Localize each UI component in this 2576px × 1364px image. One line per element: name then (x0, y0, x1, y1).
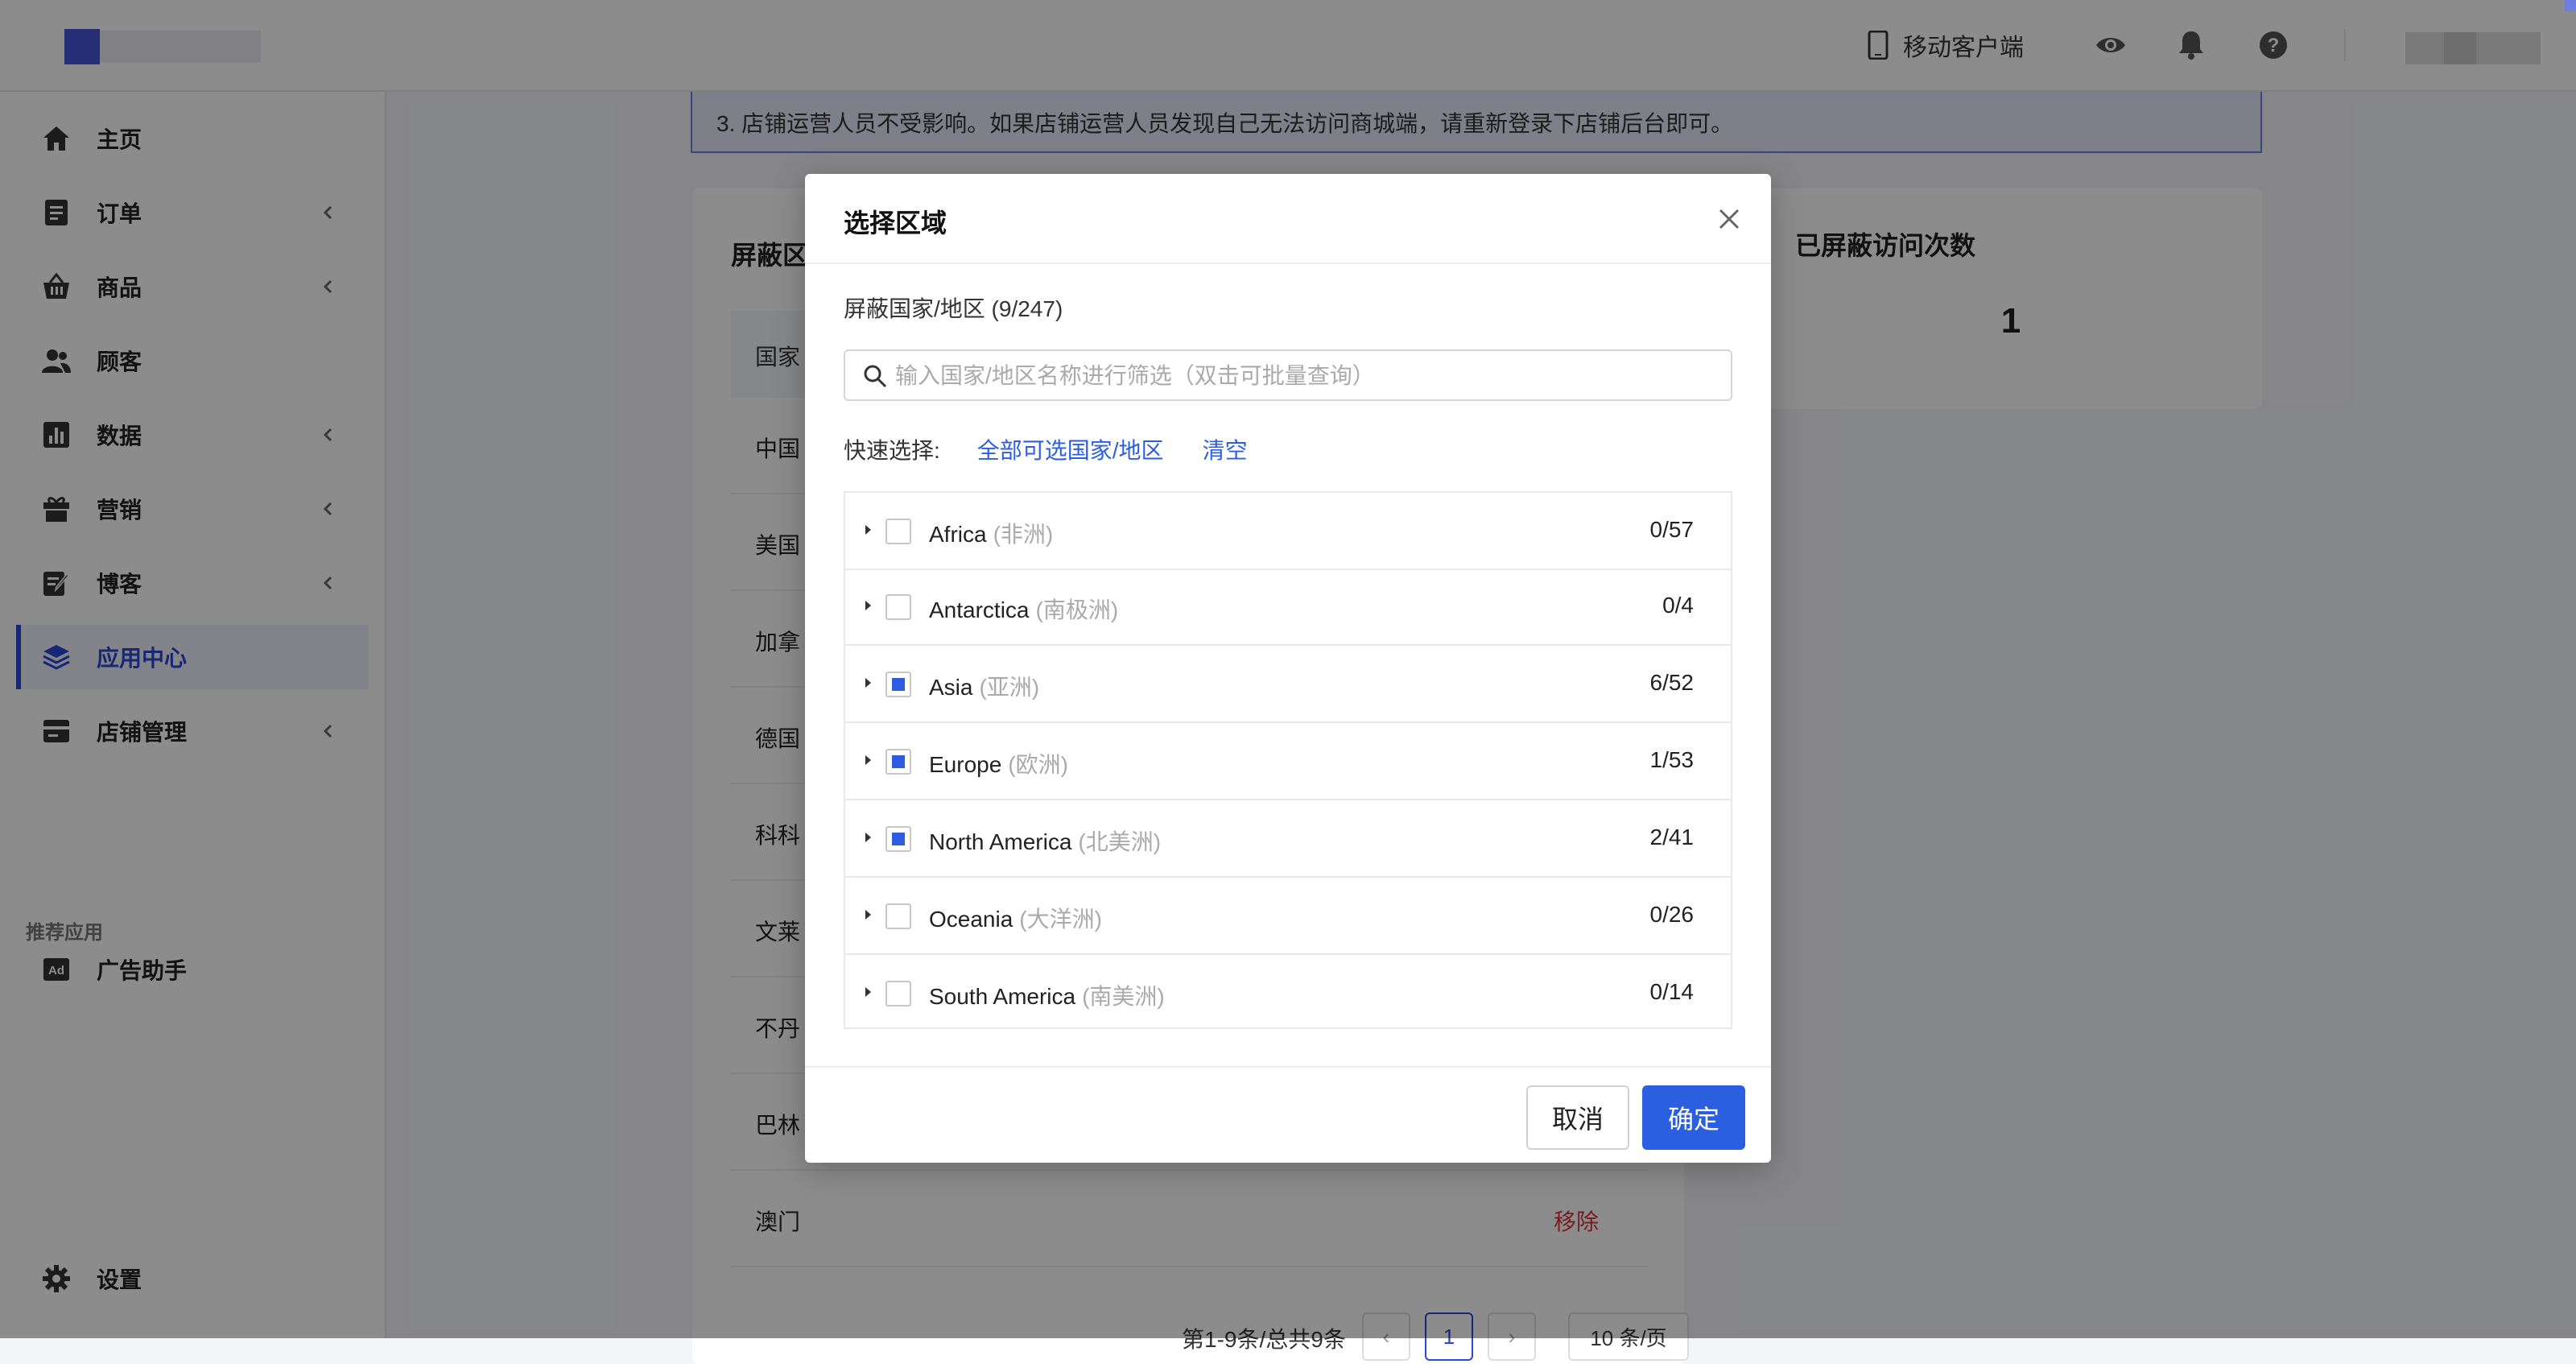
region-checkbox[interactable] (886, 594, 911, 620)
region-row-antarctica[interactable]: Antarctica (南极洲) 0/4 (845, 568, 1731, 646)
region-row-asia[interactable]: Asia (亚洲) 6/52 (845, 646, 1731, 723)
region-count: 1/53 (1649, 747, 1695, 772)
region-name: North America (北美洲) (929, 829, 1162, 854)
region-name: Oceania (大洋洲) (929, 907, 1102, 932)
region-count: 0/57 (1649, 517, 1695, 542)
blocked-count-label: 屏蔽国家/地区 (9/247) (844, 296, 1063, 321)
region-search-input[interactable] (894, 354, 1718, 398)
caret-right-icon[interactable] (860, 597, 876, 614)
region-name: Antarctica (南极洲) (929, 597, 1119, 622)
region-name: Europe (欧洲) (929, 752, 1068, 777)
region-checkbox[interactable] (886, 826, 911, 852)
cancel-button[interactable]: 取消 (1526, 1085, 1629, 1150)
dialog-title: 选择区域 (844, 209, 947, 238)
corner-indicator (2565, 0, 2576, 11)
region-checkbox[interactable] (886, 903, 911, 929)
region-search-field[interactable] (844, 349, 1732, 401)
region-checkbox[interactable] (886, 519, 911, 544)
search-icon (864, 365, 887, 388)
region-count: 0/26 (1649, 902, 1695, 927)
region-count: 0/14 (1649, 979, 1695, 1004)
caret-right-icon[interactable] (860, 752, 876, 768)
region-row-africa[interactable]: Africa (非洲) 0/57 (845, 493, 1731, 570)
close-icon[interactable] (1713, 203, 1745, 235)
region-checkbox[interactable] (886, 749, 911, 775)
select-region-dialog: 选择区域 屏蔽国家/地区 (9/247) 快速选择: 全部可选国家/地区 清空 … (805, 174, 1771, 1163)
select-all-regions-link[interactable]: 全部可选国家/地区 (977, 433, 1164, 465)
caret-right-icon[interactable] (860, 829, 876, 845)
clear-selection-link[interactable]: 清空 (1203, 433, 1248, 465)
region-row-oceania[interactable]: Oceania (大洋洲) 0/26 (845, 878, 1731, 955)
quick-select-label: 快速选择: (844, 438, 940, 463)
region-row-north-america[interactable]: North America (北美洲) 2/41 (845, 800, 1731, 878)
caret-right-icon[interactable] (860, 522, 876, 538)
region-count: 6/52 (1649, 670, 1695, 695)
dialog-footer: 取消 确定 (805, 1066, 1771, 1164)
region-count: 2/41 (1649, 825, 1695, 849)
region-checkbox[interactable] (886, 981, 911, 1006)
region-tree: Africa (非洲) 0/57 Antarctica (南极洲) 0/4 Asia… (844, 491, 1732, 1029)
region-name: Africa (非洲) (929, 522, 1054, 547)
region-row-europe[interactable]: Europe (欧洲) 1/53 (845, 723, 1731, 800)
region-name: South America (南美洲) (929, 984, 1165, 1009)
caret-right-icon[interactable] (860, 675, 876, 691)
region-name: Asia (亚洲) (929, 675, 1040, 700)
region-row-south-america[interactable]: South America (南美洲) 0/14 (845, 955, 1731, 1032)
region-count: 0/4 (1662, 593, 1694, 618)
caret-right-icon[interactable] (860, 984, 876, 1000)
quick-select-bar: 快速选择: 全部可选国家/地区 清空 (844, 433, 1286, 465)
region-checkbox[interactable] (886, 672, 911, 697)
caret-right-icon[interactable] (860, 907, 876, 923)
dialog-header: 选择区域 (805, 174, 1771, 264)
confirm-button[interactable]: 确定 (1642, 1085, 1745, 1150)
